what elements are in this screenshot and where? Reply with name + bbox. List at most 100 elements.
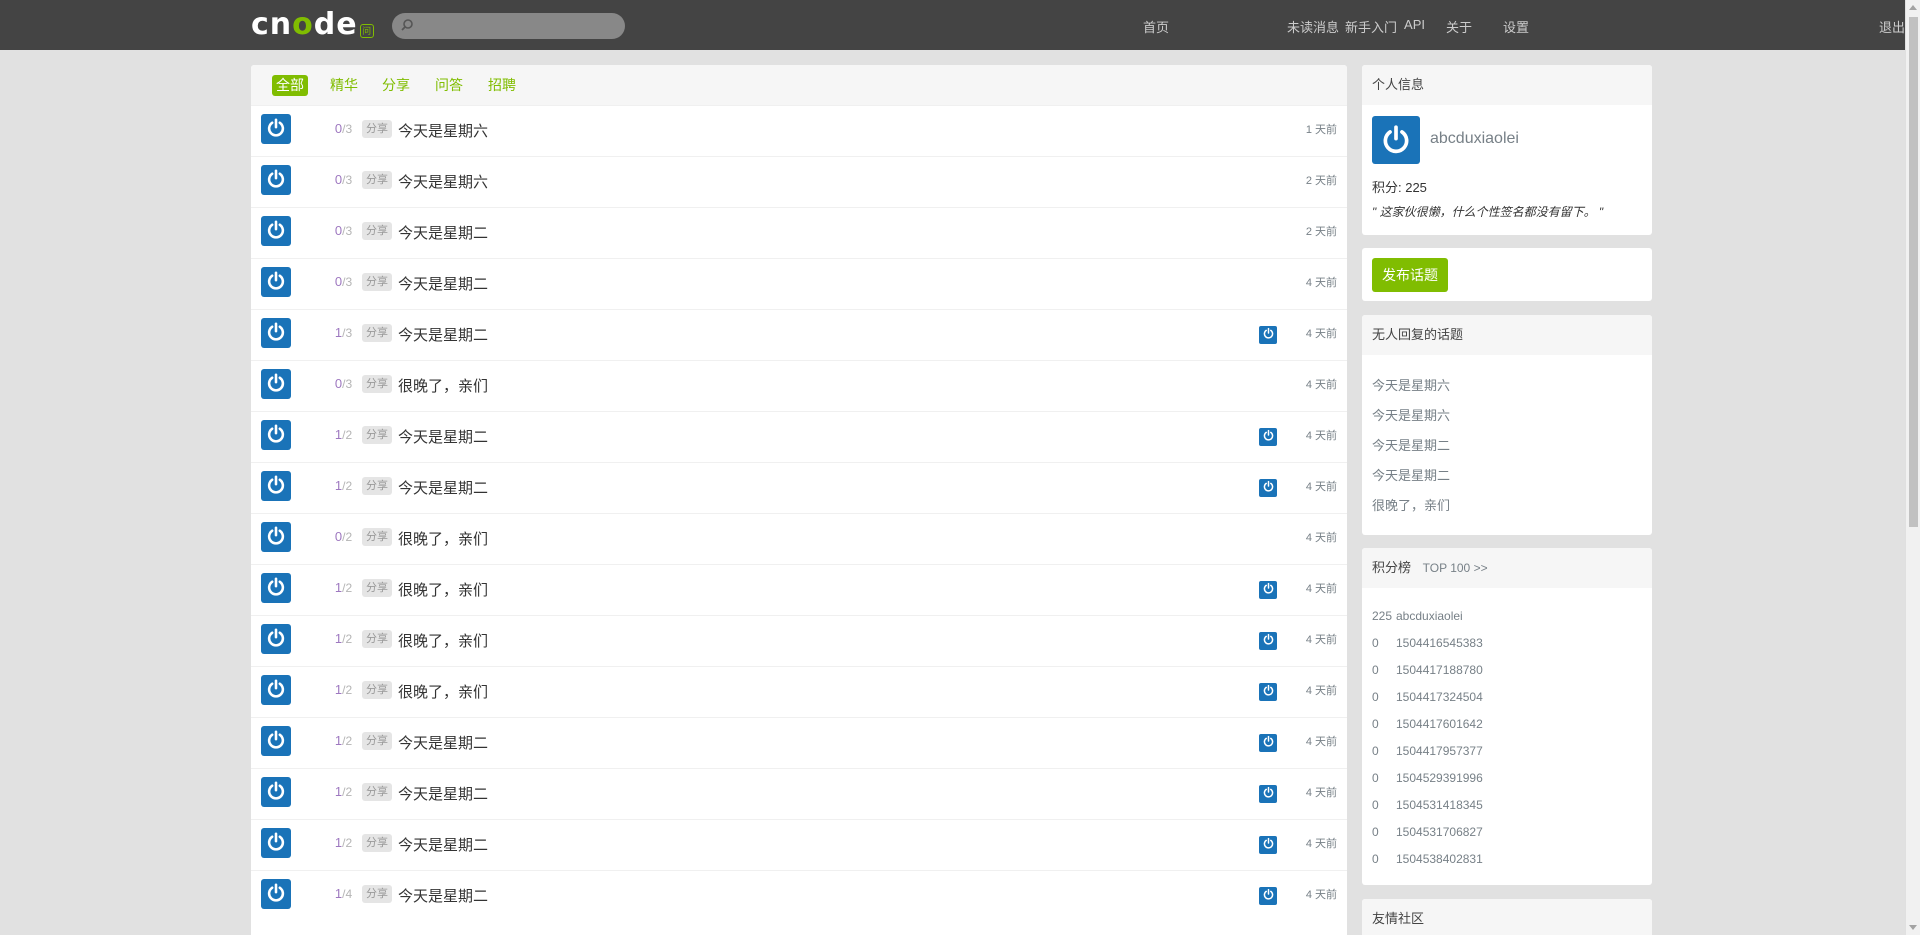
author-avatar[interactable] xyxy=(261,675,291,705)
topic-title[interactable]: 今天是星期二 xyxy=(398,783,488,804)
last-reply-avatar[interactable] xyxy=(1259,734,1277,752)
topic-row[interactable]: 1/2 分享 很晚了，亲们 4 天前 xyxy=(251,615,1347,666)
topic-title[interactable]: 今天是星期二 xyxy=(398,885,488,906)
no-reply-item[interactable]: 今天是星期二 xyxy=(1372,431,1450,461)
topic-title[interactable]: 今天是星期二 xyxy=(398,834,488,855)
author-avatar[interactable] xyxy=(261,624,291,654)
profile-avatar[interactable] xyxy=(1372,116,1420,164)
author-avatar[interactable] xyxy=(261,114,291,144)
tab-good[interactable]: 精华 xyxy=(326,75,362,96)
author-avatar[interactable] xyxy=(261,471,291,501)
author-avatar[interactable] xyxy=(261,318,291,348)
author-avatar[interactable] xyxy=(261,879,291,909)
topic-row[interactable]: 0/3 分享 很晚了，亲们 4 天前 xyxy=(251,360,1347,411)
author-avatar[interactable] xyxy=(261,216,291,246)
topic-row[interactable]: 0/3 分享 今天是星期六 2 天前 xyxy=(251,156,1347,207)
topic-row[interactable]: 0/2 分享 很晚了，亲们 4 天前 xyxy=(251,513,1347,564)
topic-row[interactable]: 1/2 分享 很晚了，亲们 4 天前 xyxy=(251,666,1347,717)
ranking-user[interactable]: 1504417601642 xyxy=(1396,717,1483,731)
topic-row[interactable]: 0/3 分享 今天是星期二 4 天前 xyxy=(251,258,1347,309)
author-avatar[interactable] xyxy=(261,726,291,756)
nav-getting-started[interactable]: 新手入门 xyxy=(1345,17,1397,36)
topic-title[interactable]: 很晚了，亲们 xyxy=(398,681,488,702)
tab-job[interactable]: 招聘 xyxy=(484,75,520,96)
friends-header: 友情社区 xyxy=(1362,899,1652,935)
last-reply-avatar[interactable] xyxy=(1259,887,1277,905)
topic-title[interactable]: 很晚了，亲们 xyxy=(398,630,488,651)
author-avatar[interactable] xyxy=(261,828,291,858)
power-avatar-icon xyxy=(1262,684,1275,700)
tab-ask[interactable]: 问答 xyxy=(431,75,467,96)
topic-title[interactable]: 今天是星期二 xyxy=(398,477,488,498)
no-reply-item[interactable]: 今天是星期六 xyxy=(1372,401,1450,431)
nav-api[interactable]: API xyxy=(1404,17,1425,32)
topic-title[interactable]: 很晚了，亲们 xyxy=(398,579,488,600)
profile-username[interactable]: abcduxiaolei xyxy=(1430,130,1519,148)
nav-unread-messages[interactable]: 未读消息 xyxy=(1287,17,1339,36)
brand-logo[interactable]: cnode 问 xyxy=(251,6,374,44)
no-reply-item[interactable]: 今天是星期二 xyxy=(1372,461,1450,491)
last-reply-avatar[interactable] xyxy=(1259,632,1277,650)
search-input[interactable] xyxy=(420,18,620,34)
topic-title[interactable]: 今天是星期二 xyxy=(398,324,488,345)
topic-title[interactable]: 今天是星期六 xyxy=(398,171,488,192)
search-box[interactable] xyxy=(392,13,625,39)
ranking-user[interactable]: 1504417188780 xyxy=(1396,663,1483,677)
ranking-user[interactable]: 1504416545383 xyxy=(1396,636,1483,650)
author-avatar[interactable] xyxy=(261,420,291,450)
topic-row[interactable]: 1/2 分享 今天是星期二 4 天前 xyxy=(251,411,1347,462)
last-reply-avatar[interactable] xyxy=(1259,683,1277,701)
last-reply-avatar[interactable] xyxy=(1259,785,1277,803)
topic-row[interactable]: 1/2 分享 今天是星期二 4 天前 xyxy=(251,462,1347,513)
scroll-up-arrow[interactable] xyxy=(1909,5,1917,10)
page-scrollbar[interactable] xyxy=(1905,0,1920,935)
topic-row[interactable]: 1/2 分享 很晚了，亲们 4 天前 xyxy=(251,564,1347,615)
tab-all[interactable]: 全部 xyxy=(272,75,308,96)
last-reply-avatar[interactable] xyxy=(1259,479,1277,497)
last-reply-avatar[interactable] xyxy=(1259,326,1277,344)
nav-about[interactable]: 关于 xyxy=(1446,17,1472,36)
ranking-user[interactable]: 1504531418345 xyxy=(1396,798,1483,812)
tab-share[interactable]: 分享 xyxy=(378,75,414,96)
topic-row[interactable]: 1/2 分享 今天是星期二 4 天前 xyxy=(251,717,1347,768)
ranking-user[interactable]: 1504417957377 xyxy=(1396,744,1483,758)
topic-row[interactable]: 1/4 分享 今天是星期二 4 天前 xyxy=(251,870,1347,921)
top100-link[interactable]: TOP 100 >> xyxy=(1423,561,1488,575)
scrollbar-thumb[interactable] xyxy=(1909,17,1918,527)
ranking-user[interactable]: abcduxiaolei xyxy=(1396,609,1463,623)
author-avatar[interactable] xyxy=(261,369,291,399)
topic-title[interactable]: 今天是星期二 xyxy=(398,222,488,243)
ranking-user[interactable]: 1504531706827 xyxy=(1396,825,1483,839)
topic-row[interactable]: 1/2 分享 今天是星期二 4 天前 xyxy=(251,819,1347,870)
author-avatar[interactable] xyxy=(261,777,291,807)
nav-home[interactable]: 首页 xyxy=(1143,17,1169,36)
author-avatar[interactable] xyxy=(261,522,291,552)
topic-title[interactable]: 今天是星期二 xyxy=(398,426,488,447)
topic-row[interactable]: 0/3 分享 今天是星期六 1 天前 xyxy=(251,105,1347,156)
scroll-down-arrow[interactable] xyxy=(1909,925,1917,930)
topic-row[interactable]: 1/3 分享 今天是星期二 4 天前 xyxy=(251,309,1347,360)
no-reply-item[interactable]: 今天是星期六 xyxy=(1372,371,1450,401)
ranking-user[interactable]: 1504417324504 xyxy=(1396,690,1483,704)
ranking-user[interactable]: 1504529391996 xyxy=(1396,771,1483,785)
last-reply-avatar[interactable] xyxy=(1259,581,1277,599)
no-reply-item[interactable]: 很晚了，亲们 xyxy=(1372,491,1450,521)
last-active-time: 4 天前 xyxy=(1305,379,1337,391)
ranking-user[interactable]: 1504538402831 xyxy=(1396,852,1483,866)
author-avatar[interactable] xyxy=(261,165,291,195)
topic-row[interactable]: 0/3 分享 今天是星期二 2 天前 xyxy=(251,207,1347,258)
topic-title[interactable]: 今天是星期二 xyxy=(398,732,488,753)
last-reply-avatar[interactable] xyxy=(1259,428,1277,446)
topic-title[interactable]: 今天是星期六 xyxy=(398,120,488,141)
topic-title[interactable]: 很晚了，亲们 xyxy=(398,528,488,549)
author-avatar[interactable] xyxy=(261,573,291,603)
topic-title[interactable]: 今天是星期二 xyxy=(398,273,488,294)
power-avatar-icon xyxy=(1262,837,1275,853)
nav-settings[interactable]: 设置 xyxy=(1503,17,1529,36)
create-topic-button[interactable]: 发布话题 xyxy=(1372,258,1448,292)
last-reply-avatar[interactable] xyxy=(1259,836,1277,854)
topic-title[interactable]: 很晚了，亲们 xyxy=(398,375,488,396)
topic-row[interactable]: 1/2 分享 今天是星期二 4 天前 xyxy=(251,768,1347,819)
nav-logout[interactable]: 退出 xyxy=(1879,17,1905,36)
author-avatar[interactable] xyxy=(261,267,291,297)
